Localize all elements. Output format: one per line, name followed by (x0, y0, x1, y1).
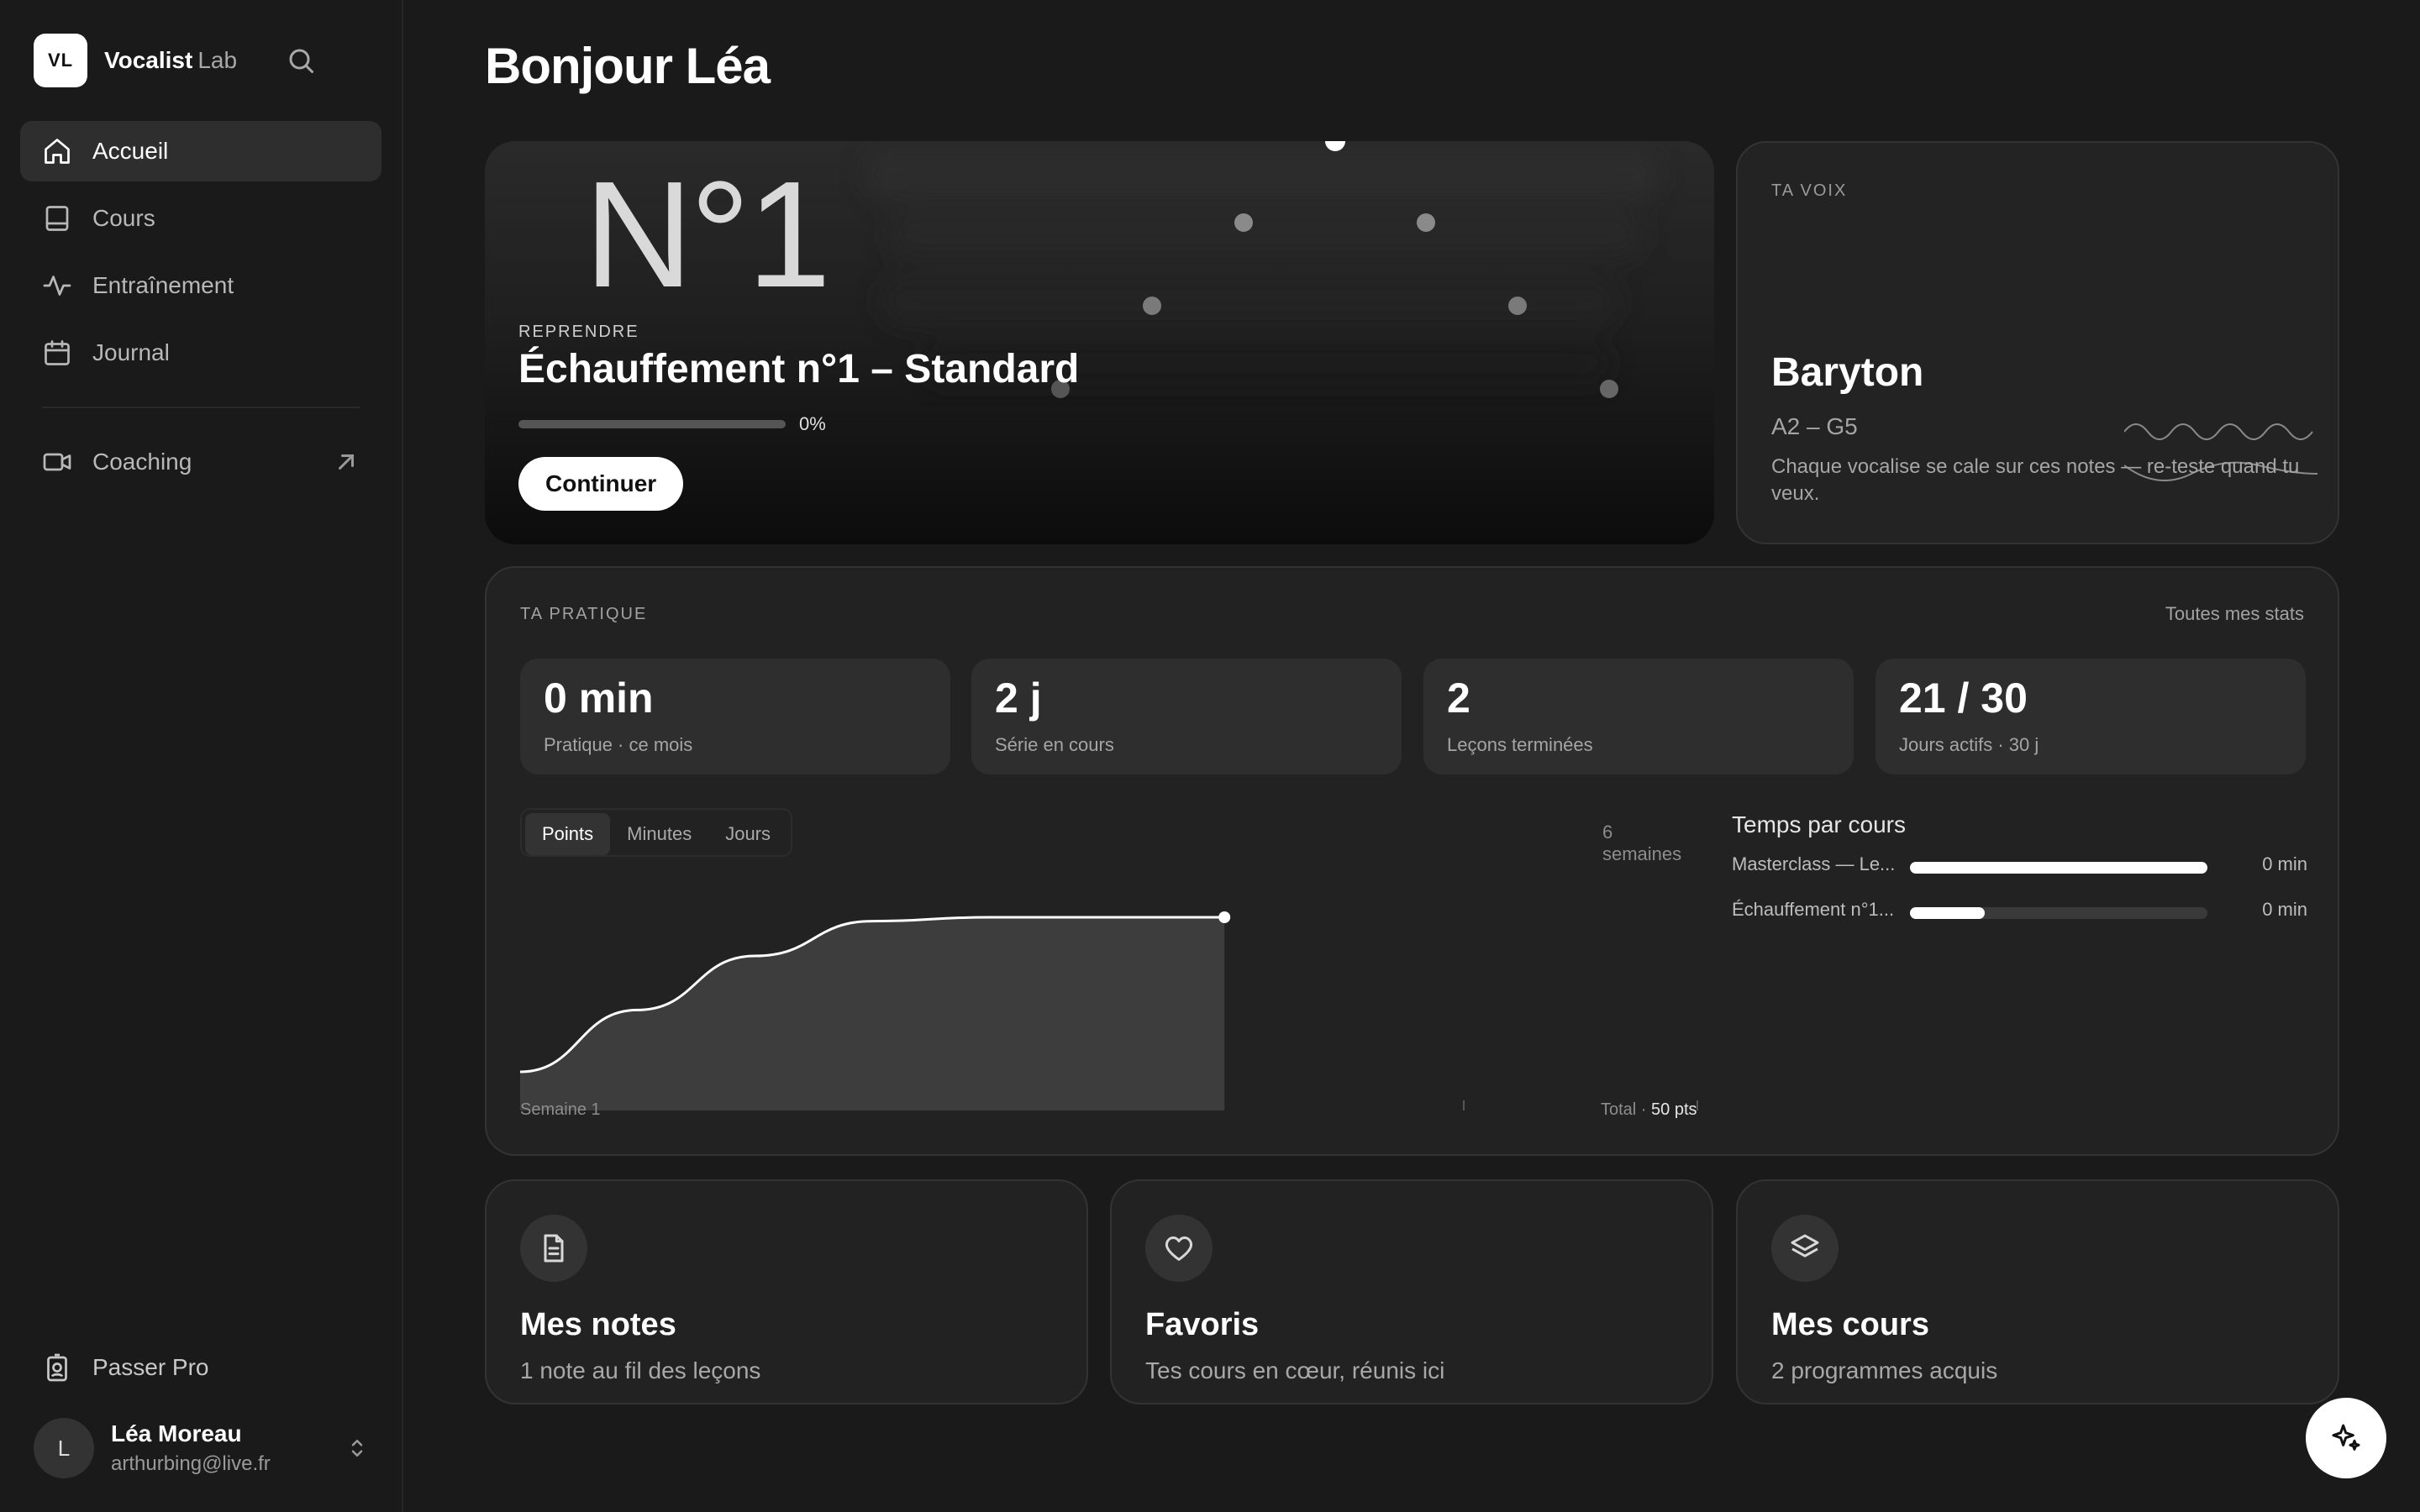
notes-card[interactable]: Mes notes 1 note au fil des leçons (485, 1179, 1088, 1404)
chart-point-last[interactable] (1218, 911, 1231, 923)
user-info: Léa Moreau arthurbing@live.fr (111, 1420, 271, 1476)
assistant-button[interactable] (2306, 1398, 2386, 1478)
course-time-bar (1910, 862, 2207, 874)
voice-description: Chaque vocalise se cale sur ces notes — … (1771, 455, 2300, 505)
card-subtitle: 2 programmes acquis (1771, 1357, 1998, 1383)
favorites-card[interactable]: Favoris Tes cours en cœur, réunis ici (1110, 1179, 1713, 1404)
hero-kicker: REPRENDRE (518, 323, 639, 341)
course-time-bar-fill (1910, 907, 1985, 919)
sidebar-item-label: Cours (92, 205, 155, 231)
brand[interactable]: VL Vocalist Lab (34, 34, 237, 87)
note-icon (520, 1215, 587, 1282)
sidebar-item-label: Coaching (92, 449, 192, 475)
lesson-progress-bar (518, 420, 786, 428)
stat-card-streak: 2 j Série en cours (971, 659, 1402, 774)
layers-icon (1771, 1215, 1839, 1282)
my-courses-card[interactable]: Mes cours 2 programmes acquis (1736, 1179, 2339, 1404)
course-name: Masterclass — Le... (1732, 853, 1896, 874)
external-link-icon (339, 454, 354, 470)
course-time-value: 0 min (2262, 853, 2307, 874)
voice-type: Baryton (1771, 350, 1924, 395)
chart-period-label: 6 semaines (1602, 822, 1682, 864)
sidebar-nav: Accueil Cours Entraînement Journal Coach… (20, 121, 381, 499)
card-title: Mes cours (1771, 1307, 1929, 1342)
user-email: arthurbing@live.fr (111, 1452, 271, 1475)
stat-value: 0 min (544, 675, 654, 722)
brand-name-sub: Lab (197, 47, 238, 73)
video-icon (43, 453, 71, 471)
sidebar-item-entrainement[interactable]: Entraînement (20, 255, 381, 316)
chart-metric-tabs: Points Minutes Jours (520, 808, 792, 857)
tab-jours[interactable]: Jours (708, 813, 787, 855)
voice-card[interactable]: TA VOIX Baryton A2 – G5 Chaque vocalise … (1736, 141, 2339, 544)
stat-card-lessons: 2 Leçons terminées (1423, 659, 1854, 774)
brand-name: Vocalist Lab (104, 47, 237, 74)
voice-kicker: TA VOIX (1771, 181, 1848, 200)
all-stats-link[interactable]: Toutes mes stats (2165, 603, 2304, 625)
stat-label: Série en cours (995, 734, 1114, 755)
page-title: Bonjour Léa (485, 38, 771, 94)
user-menu[interactable]: L Léa Moreau arthurbing@live.fr (34, 1416, 378, 1480)
search-icon[interactable] (286, 45, 316, 76)
resume-lesson-card[interactable]: N°1 REPRENDRE Échauffement n°1 – Standar… (485, 141, 1714, 544)
lesson-progress-label: 0% (799, 413, 826, 434)
book-icon (45, 206, 69, 231)
sidebar-item-cours[interactable]: Cours (20, 188, 381, 249)
passer-pro-label: Passer Pro (92, 1354, 209, 1380)
activity-icon (43, 276, 71, 296)
sidebar-item-label: Entraînement (92, 272, 234, 298)
tab-minutes[interactable]: Minutes (610, 813, 708, 855)
tab-points[interactable]: Points (525, 813, 611, 855)
practice-kicker: TA PRATIQUE (520, 605, 648, 623)
passer-pro-button[interactable]: Passer Pro (20, 1337, 381, 1398)
card-title: Mes notes (520, 1307, 676, 1342)
lesson-number: N°1 (584, 150, 831, 319)
course-time-value: 0 min (2262, 899, 2307, 920)
nav-divider (42, 407, 360, 408)
chevron-up-down-icon[interactable] (345, 1433, 370, 1463)
chart-total-value: 50 pts (1651, 1100, 1697, 1119)
chart-area-fill (520, 917, 1225, 1110)
course-time-bar-fill (1910, 862, 2207, 874)
course-time-row: Échauffement n°1... 0 min (1732, 899, 2307, 924)
calendar-icon (45, 340, 70, 365)
sidebar-item-label: Accueil (92, 138, 169, 164)
avatar: L (34, 1418, 94, 1478)
card-title: Favoris (1145, 1307, 1260, 1342)
practice-panel: TA PRATIQUE Toutes mes stats 0 min Prati… (485, 566, 2339, 1156)
lesson-title: Échauffement n°1 – Standard (518, 347, 1080, 391)
chart-total: Total · 50 pts (1601, 1100, 1697, 1120)
x-axis-label-first: Semaine 1 (520, 1100, 601, 1119)
badge-icon (47, 1353, 67, 1382)
stat-value: 2 j (995, 675, 1042, 722)
brand-name-main: Vocalist (104, 47, 193, 73)
course-time-row: Masterclass — Le... 0 min (1732, 853, 2307, 879)
voice-range: A2 – G5 (1771, 413, 1858, 439)
stat-label: Leçons terminées (1447, 734, 1593, 755)
continue-button[interactable]: Continuer (518, 457, 684, 511)
user-name: Léa Moreau (111, 1420, 242, 1446)
course-time-bar (1910, 907, 2207, 919)
card-subtitle: Tes cours en cœur, réunis ici (1145, 1357, 1445, 1383)
time-by-course-title: Temps par cours (1732, 811, 1906, 837)
stat-label: Jours actifs · 30 j (1899, 734, 2039, 755)
stat-card-active-days: 21 / 30 Jours actifs · 30 j (1876, 659, 2306, 774)
stat-label: Pratique · ce mois (544, 734, 693, 755)
chart-total-label: Total · (1601, 1100, 1647, 1119)
sidebar: VL Vocalist Lab Accueil Cours Entraînemen… (0, 0, 403, 1512)
sparkle-icon (2332, 1424, 2360, 1451)
brand-logo[interactable]: VL (34, 34, 87, 87)
sidebar-item-journal[interactable]: Journal (20, 323, 381, 383)
points-area-chart (520, 911, 1698, 1110)
stat-card-practice-time: 0 min Pratique · ce mois (520, 659, 950, 774)
sidebar-item-coaching[interactable]: Coaching (20, 432, 381, 492)
course-name: Échauffement n°1... (1732, 899, 1895, 920)
sidebar-item-accueil[interactable]: Accueil (20, 121, 381, 181)
stat-value: 21 / 30 (1899, 675, 2028, 722)
heart-icon (1145, 1215, 1213, 1282)
sidebar-item-label: Journal (92, 339, 170, 365)
home-icon (45, 139, 70, 164)
card-subtitle: 1 note au fil des leçons (520, 1357, 761, 1383)
stat-value: 2 (1447, 675, 1470, 722)
